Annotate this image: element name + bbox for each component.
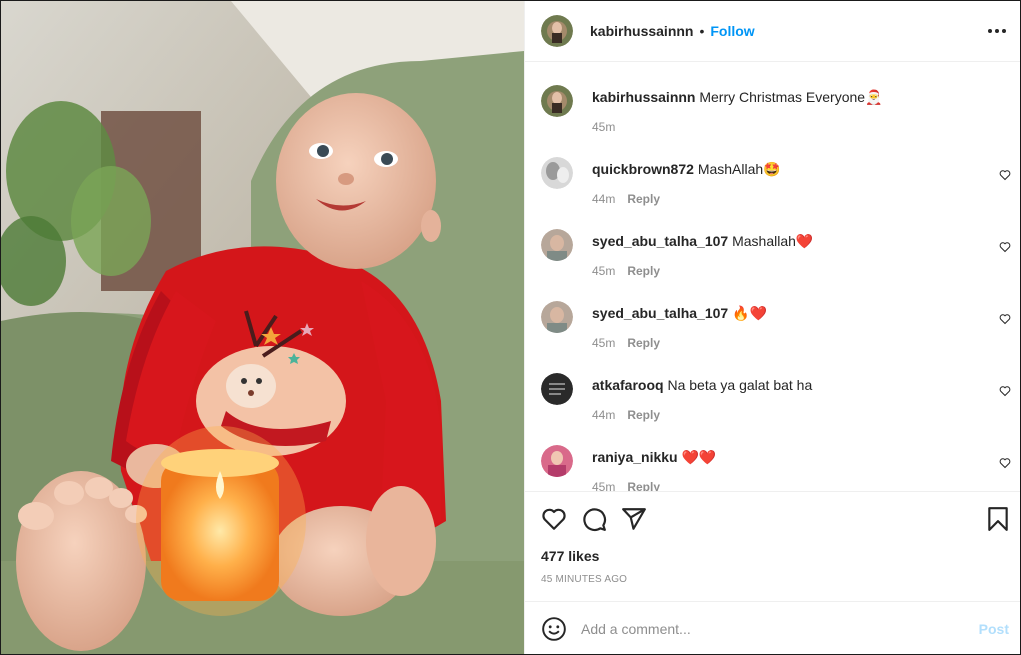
emoji-icon[interactable]	[541, 616, 567, 642]
commenter-avatar[interactable]	[541, 445, 573, 477]
comment-input[interactable]	[581, 616, 961, 642]
comments-list[interactable]: kabirhussainnn Merry Christmas Everyone🎅…	[525, 63, 1020, 491]
comment-body: MashAllah🤩	[697, 161, 781, 177]
commenter-avatar[interactable]	[541, 157, 573, 189]
comment-body: 🔥❤️	[732, 305, 767, 321]
commenter-avatar[interactable]	[541, 373, 573, 405]
post-photo[interactable]	[1, 1, 524, 654]
comment-text: kabirhussainnn Merry Christmas Everyone🎅	[592, 88, 883, 106]
comment-item: quickbrown872 MashAllah🤩 44m Reply	[525, 135, 1020, 207]
comment-item: syed_abu_talha_107 Mashallah❤️ 45m Reply	[525, 207, 1020, 279]
commenter-avatar-image	[541, 445, 573, 477]
more-dot	[1002, 29, 1006, 33]
reply-button[interactable]: Reply	[627, 264, 660, 278]
comment-icon[interactable]	[581, 506, 607, 532]
comment-text: syed_abu_talha_107 🔥❤️	[592, 304, 767, 322]
commenter-avatar-image	[541, 229, 573, 261]
comment-meta: 44m Reply	[592, 408, 660, 422]
comment-text: raniya_nikku ❤️❤️	[592, 448, 716, 466]
comment-meta: 45m Reply	[592, 336, 660, 350]
follow-button[interactable]: Follow	[710, 23, 754, 39]
comment-item: syed_abu_talha_107 🔥❤️ 45m Reply	[525, 279, 1020, 351]
like-comment-heart-icon[interactable]	[999, 313, 1011, 325]
comment-body: ❤️❤️	[681, 449, 717, 465]
comment-text: quickbrown872 MashAllah🤩	[592, 160, 781, 178]
comment-meta: 45m	[592, 120, 615, 134]
comment-username[interactable]: raniya_nikku	[592, 449, 678, 465]
author-avatar-image	[541, 15, 573, 47]
author-avatar-image	[541, 85, 573, 117]
comment-time[interactable]: 45m	[592, 336, 615, 350]
comment-meta: 45m Reply	[592, 480, 660, 491]
reply-button[interactable]: Reply	[627, 336, 660, 350]
more-dot	[988, 29, 992, 33]
more-dot	[995, 29, 999, 33]
reply-button[interactable]: Reply	[627, 408, 660, 422]
comment-item: raniya_nikku ❤️❤️ 45m Reply	[525, 423, 1020, 491]
like-comment-heart-icon[interactable]	[999, 457, 1011, 469]
post-timestamp[interactable]: 45 MINUTES AGO	[541, 574, 627, 585]
comment-username[interactable]: quickbrown872	[592, 161, 694, 177]
comment-composer: Post	[525, 601, 1020, 654]
comment-username[interactable]: atkafarooq	[592, 377, 664, 393]
separator-dot: •	[699, 23, 705, 39]
comment-username[interactable]: syed_abu_talha_107	[592, 305, 728, 321]
post-actions: 477 likes 45 MINUTES AGO	[525, 491, 1020, 602]
comment-meta: 45m Reply	[592, 264, 660, 278]
comment-time[interactable]: 45m	[592, 120, 615, 134]
comment-body: Merry Christmas Everyone🎅	[699, 89, 883, 105]
comment-item: atkafarooq Na beta ya galat bat ha 44m R…	[525, 351, 1020, 423]
bookmark-icon[interactable]	[985, 506, 1011, 532]
comment-time[interactable]: 44m	[592, 192, 615, 206]
reply-button[interactable]: Reply	[627, 480, 660, 491]
reply-button[interactable]: Reply	[627, 192, 660, 206]
comment-time[interactable]: 45m	[592, 264, 615, 278]
send-icon[interactable]	[621, 506, 647, 532]
caption-comment: kabirhussainnn Merry Christmas Everyone🎅…	[525, 63, 1020, 135]
instagram-post-window: kabirhussainnn • Follow kabirhussainnn M…	[0, 0, 1021, 655]
comment-meta: 44m Reply	[592, 192, 660, 206]
commenter-avatar[interactable]	[541, 301, 573, 333]
heart-icon[interactable]	[541, 506, 567, 532]
author-avatar[interactable]	[541, 15, 573, 47]
comment-username[interactable]: kabirhussainnn	[592, 89, 695, 105]
author-avatar[interactable]	[541, 85, 573, 117]
like-comment-heart-icon[interactable]	[999, 241, 1011, 253]
comment-username[interactable]: syed_abu_talha_107	[592, 233, 728, 249]
post-comment-button[interactable]: Post	[979, 621, 1009, 637]
comment-time[interactable]: 44m	[592, 408, 615, 422]
comment-text: atkafarooq Na beta ya galat bat ha	[592, 376, 812, 394]
comment-text: syed_abu_talha_107 Mashallah❤️	[592, 232, 813, 250]
post-side-panel: kabirhussainnn • Follow kabirhussainnn M…	[524, 1, 1020, 654]
comment-time[interactable]: 45m	[592, 480, 615, 491]
post-photo-illustration	[1, 1, 524, 654]
more-horizontal-icon[interactable]	[985, 19, 1009, 43]
post-header: kabirhussainnn • Follow	[525, 1, 1020, 62]
comment-body: Mashallah❤️	[732, 233, 814, 249]
commenter-avatar-image	[541, 157, 573, 189]
author-username[interactable]: kabirhussainnn	[590, 23, 693, 39]
commenter-avatar-image	[541, 373, 573, 405]
like-comment-heart-icon[interactable]	[999, 385, 1011, 397]
like-comment-heart-icon[interactable]	[999, 169, 1011, 181]
comment-body: Na beta ya galat bat ha	[667, 377, 813, 393]
likes-count[interactable]: 477 likes	[541, 548, 599, 564]
commenter-avatar-image	[541, 301, 573, 333]
commenter-avatar[interactable]	[541, 229, 573, 261]
